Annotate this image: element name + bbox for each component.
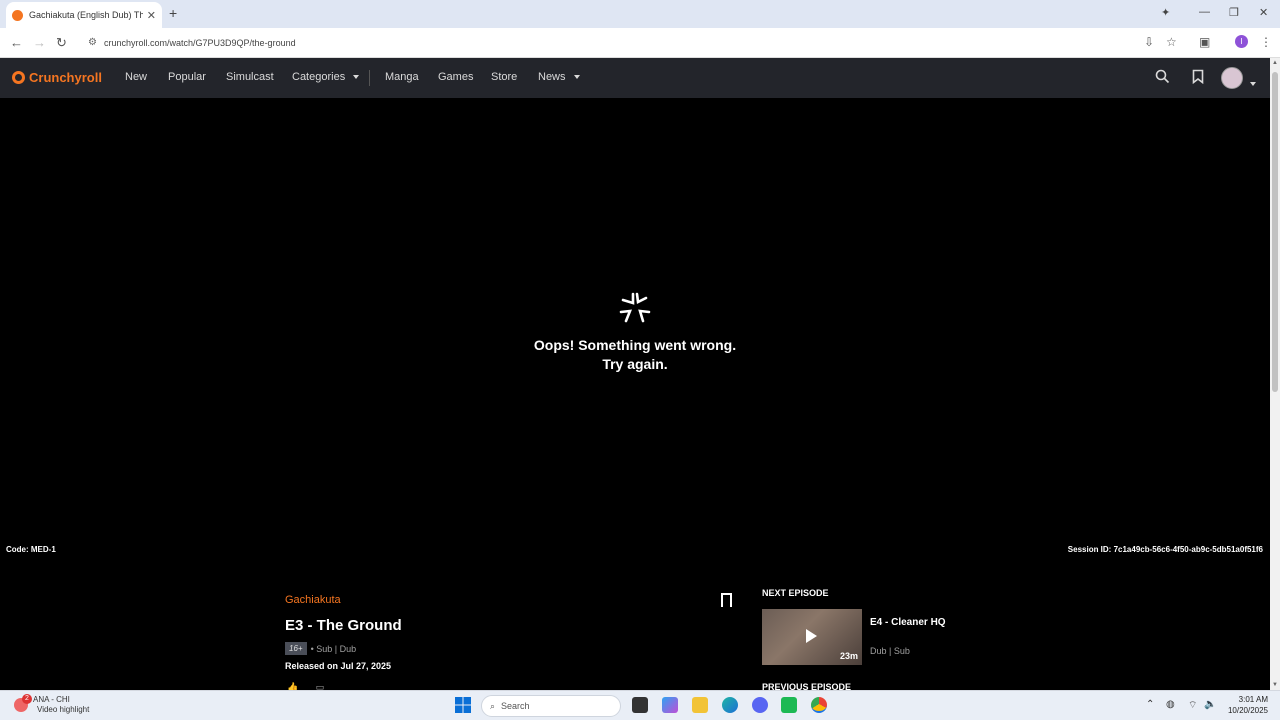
- nav-item-news[interactable]: News: [538, 71, 580, 83]
- browser-menu-icon[interactable]: ⋮: [1260, 35, 1272, 49]
- clock-date: 10/20/2025: [1227, 706, 1268, 715]
- error-line-2[interactable]: Try again.: [500, 355, 770, 374]
- episode-title: E3 - The Ground: [285, 617, 402, 634]
- crunchyroll-favicon-icon: [12, 9, 23, 21]
- scrollbar-thumb[interactable]: [1272, 72, 1278, 392]
- episode-meta: 16+ • Sub | Dub: [285, 642, 356, 655]
- minimize-icon[interactable]: —: [1199, 6, 1210, 18]
- nav-item-news-label: News: [538, 71, 566, 83]
- next-episode-thumbnail[interactable]: 23m: [762, 609, 862, 665]
- crunchyroll-logo-icon: [12, 71, 25, 84]
- error-code: Code: MED-1: [6, 545, 56, 554]
- browser-tab-strip: Gachiakuta (English Dub) The G ✕ + ✦ — ❐…: [0, 0, 1280, 28]
- scroll-down-icon[interactable]: ▼: [1272, 682, 1278, 688]
- notification-badge: 2: [22, 694, 32, 704]
- back-icon[interactable]: ←: [10, 35, 23, 50]
- gemini-sparkle-icon[interactable]: ✦: [1161, 6, 1170, 19]
- taskbar-search-label: Search: [501, 701, 530, 711]
- close-window-icon[interactable]: ✕: [1259, 6, 1268, 19]
- new-tab-button[interactable]: +: [169, 5, 177, 21]
- address-bar-row: ← → ↻ ⚙ crunchyroll.com/watch/G7PU3D9QP/…: [0, 28, 1280, 58]
- crunchyroll-logo[interactable]: Crunchyroll: [12, 70, 102, 85]
- nav-divider: [369, 70, 370, 86]
- episode-bookmark-icon[interactable]: [721, 593, 732, 607]
- forward-icon[interactable]: →: [33, 35, 46, 50]
- chrome-icon[interactable]: [811, 697, 827, 713]
- release-date: Released on Jul 27, 2025: [285, 661, 392, 671]
- install-app-icon[interactable]: ⇩: [1144, 35, 1154, 49]
- taskbar-search[interactable]: ⌕ Search: [481, 695, 621, 717]
- audio-options: • Sub | Dub: [310, 643, 357, 654]
- chevron-down-icon: [353, 75, 360, 80]
- reload-icon[interactable]: ↻: [56, 35, 67, 51]
- account-chevron-down-icon[interactable]: [1250, 75, 1256, 91]
- logo-text: Crunchyroll: [29, 70, 102, 85]
- series-link[interactable]: Gachiakuta: [285, 594, 341, 606]
- search-icon[interactable]: [1155, 69, 1170, 87]
- volume-icon[interactable]: 🔈: [1204, 699, 1216, 710]
- widget-text: ANA - CHI Video highlight: [33, 695, 89, 715]
- bookmark-star-icon[interactable]: ☆: [1166, 35, 1177, 49]
- nav-item-simulcast[interactable]: Simulcast: [226, 71, 274, 83]
- nav-item-categories[interactable]: Categories: [292, 71, 360, 83]
- copilot-icon[interactable]: [662, 697, 678, 713]
- watchlist-bookmark-icon[interactable]: [1192, 69, 1204, 87]
- nav-item-games[interactable]: Games: [438, 71, 473, 83]
- page-scrollbar[interactable]: ▲ ▼: [1270, 58, 1280, 690]
- nav-item-popular[interactable]: Popular: [168, 71, 206, 83]
- widgets-button[interactable]: 2 ANA - CHI Video highlight: [14, 694, 89, 715]
- edge-icon[interactable]: [722, 697, 738, 713]
- next-episode-audio: Dub | Sub: [870, 646, 910, 656]
- tray-overflow-chevron-icon[interactable]: ⌃: [1146, 699, 1154, 710]
- app-icon[interactable]: [781, 697, 797, 713]
- discord-icon[interactable]: [752, 697, 768, 713]
- wifi-icon[interactable]: ⌔: [1188, 699, 1197, 712]
- scroll-up-icon[interactable]: ▲: [1272, 60, 1278, 66]
- browser-profile-avatar[interactable]: I: [1235, 35, 1248, 48]
- nav-item-categories-label: Categories: [292, 71, 346, 83]
- search-icon: ⌕: [490, 700, 496, 711]
- play-icon: [806, 629, 817, 643]
- nav-item-manga[interactable]: Manga: [385, 71, 419, 83]
- site-info-icon[interactable]: ⚙: [88, 37, 97, 48]
- nav-item-new[interactable]: New: [125, 71, 147, 83]
- windows-start-icon[interactable]: [455, 697, 471, 713]
- clock-time: 3:01 AM: [1238, 695, 1268, 704]
- session-id: Session ID: 7c1a49cb-56c6-4f50-ab9c-5db5…: [1067, 545, 1263, 554]
- maximize-icon[interactable]: ❐: [1229, 6, 1239, 19]
- next-episode-heading: NEXT EPISODE: [762, 588, 829, 598]
- tab-title: Gachiakuta (English Dub) The G: [29, 10, 143, 20]
- task-view-icon[interactable]: [632, 697, 648, 713]
- side-panel-icon[interactable]: ▣: [1199, 35, 1210, 49]
- site-header: Crunchyroll New Popular Simulcast Catego…: [0, 58, 1270, 98]
- browser-tab[interactable]: Gachiakuta (English Dub) The G ✕: [6, 2, 162, 28]
- widget-subtitle: Video highlight: [37, 705, 90, 714]
- file-explorer-icon[interactable]: [692, 697, 708, 713]
- user-avatar[interactable]: [1221, 67, 1243, 89]
- episode-duration: 23m: [839, 651, 858, 661]
- tray-app-icon[interactable]: ◍: [1166, 699, 1175, 710]
- error-line-1: Oops! Something went wrong.: [533, 337, 737, 353]
- tab-close-icon[interactable]: ✕: [147, 9, 156, 22]
- widget-title: ANA - CHI: [33, 695, 70, 704]
- error-message: Oops! Something went wrong. Try again.: [500, 336, 770, 374]
- url-text: crunchyroll.com/watch/G7PU3D9QP/the-grou…: [104, 38, 296, 48]
- os-taskbar: 2 ANA - CHI Video highlight ⌕ Search ⌃ ◍…: [0, 690, 1280, 720]
- chevron-down-icon: [573, 75, 580, 80]
- widget-news-icon: 2: [14, 694, 32, 712]
- url-field[interactable]: ⚙ crunchyroll.com/watch/G7PU3D9QP/the-gr…: [84, 33, 1189, 53]
- system-clock[interactable]: 3:01 AM 10/20/2025: [1228, 694, 1268, 716]
- maturity-rating-badge: 16+: [285, 642, 307, 655]
- next-episode-title[interactable]: E4 - Cleaner HQ: [870, 617, 946, 628]
- nav-item-store[interactable]: Store: [491, 71, 517, 83]
- error-burst-icon: [619, 292, 651, 323]
